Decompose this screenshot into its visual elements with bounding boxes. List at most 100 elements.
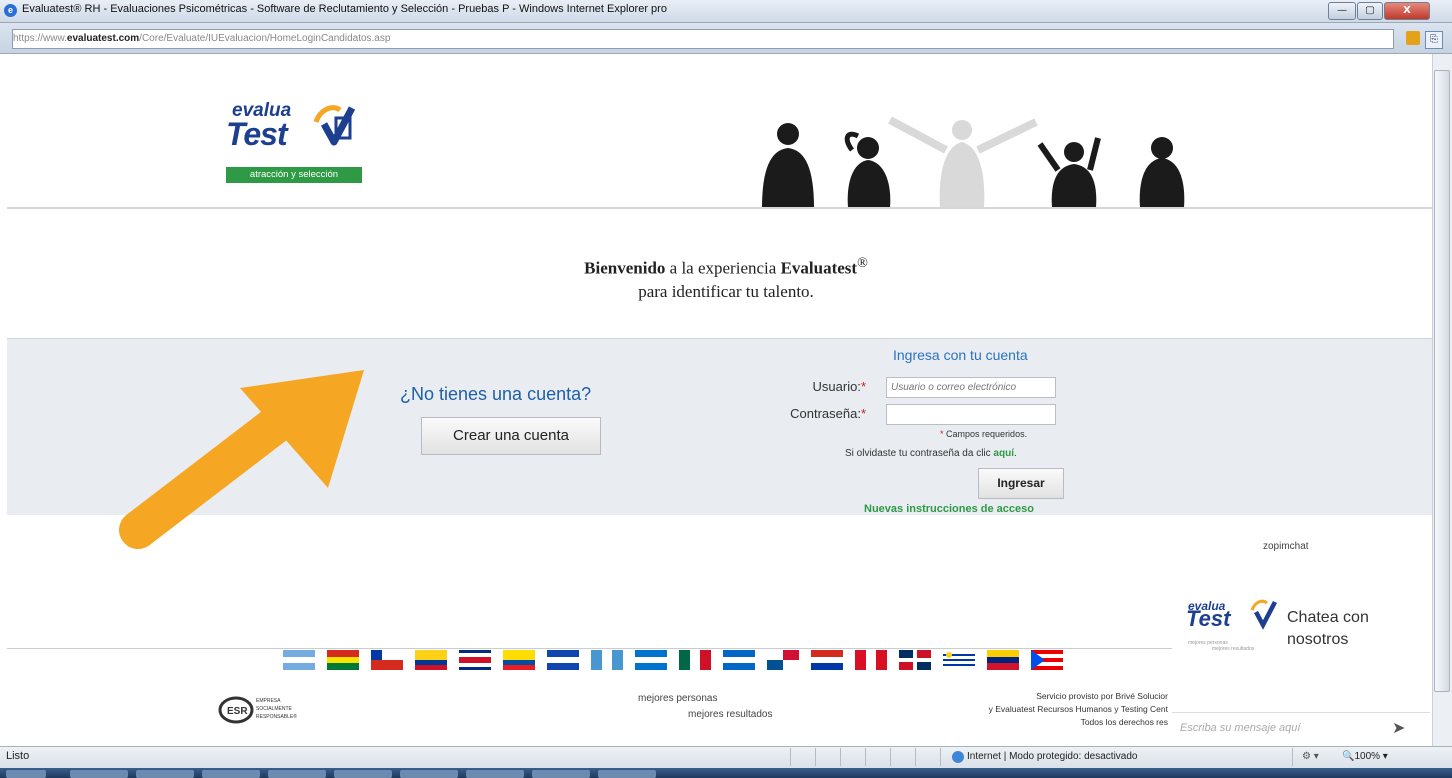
esr-line-1: EMPRESA: [256, 698, 281, 704]
footer-divider: [7, 648, 1172, 649]
status-separator: [815, 748, 816, 766]
taskbar-item[interactable]: [400, 770, 458, 778]
chat-logo-test-text: Test: [1186, 606, 1231, 631]
forgot-password-text: Si olvidaste tu contraseña da clic aquí.: [845, 448, 1017, 459]
chat-logo-tag-2: mejores resultados: [1212, 646, 1255, 652]
username-label: Usuario:*: [746, 379, 866, 394]
forgot-text: Si olvidaste tu contraseña da clic: [845, 448, 994, 459]
logo-checkmark-icon: [313, 105, 356, 146]
flag-honduras-icon: [635, 650, 667, 670]
registered-mark: ®: [857, 255, 868, 271]
esr-line-2: SOCIALMENTE: [256, 706, 293, 712]
flag-mexico-icon: [679, 650, 711, 670]
ie-icon: e: [4, 4, 17, 17]
scrollbar-thumb[interactable]: [1434, 70, 1450, 692]
flag-nicaragua-icon: [723, 650, 755, 670]
flag-panama-icon: [767, 650, 799, 670]
footer-service-line-2: y Evaluatest Recursos Humanos y Testing …: [988, 704, 1168, 714]
window-titlebar: e Evaluatest® RH - Evaluaciones Psicomét…: [0, 0, 1452, 23]
taskbar-item[interactable]: [268, 770, 326, 778]
esr-badge-text: ESR: [227, 706, 248, 717]
chat-cta-line-2: nosotros: [1287, 631, 1349, 648]
flag-uruguay-icon: [943, 650, 975, 670]
logo-test-text: Test: [226, 116, 288, 152]
taskbar-item[interactable]: [136, 770, 194, 778]
window-title: Evaluatest® RH - Evaluaciones Psicométri…: [22, 3, 667, 15]
create-account-button[interactable]: Crear una cuenta: [421, 417, 601, 455]
people-banner-image: [762, 116, 1185, 208]
address-bar: https://www.evaluatest.com/Core/Evaluate…: [0, 23, 1452, 54]
flag-paraguay-icon: [811, 650, 843, 670]
flag-colombia-icon: [415, 650, 447, 670]
orange-arrow-icon: [119, 370, 364, 549]
protected-mode-dropdown[interactable]: ⚙ ▾: [1302, 751, 1319, 762]
url-field[interactable]: https://www.evaluatest.com/Core/Evaluate…: [12, 29, 1394, 49]
send-icon[interactable]: ➤: [1392, 718, 1405, 737]
required-note: * Campos requeridos.: [940, 429, 1027, 439]
flag-el-salvador-icon: [547, 650, 579, 670]
flag-costa-rica-icon: [459, 650, 491, 670]
footer-tagline-2: mejores resultados: [688, 709, 773, 720]
taskbar-item[interactable]: [334, 770, 392, 778]
close-button[interactable]: X: [1384, 2, 1430, 20]
chat-logo-tagline: mejores personas mejores resultados: [1188, 640, 1278, 652]
login-button[interactable]: Ingresar: [978, 468, 1064, 499]
new-instructions-link[interactable]: Nuevas instrucciones de acceso: [864, 503, 1034, 515]
welcome-line-2: para identificar tu talento.: [638, 282, 814, 301]
esr-line-3: RESPONSABLE®: [256, 713, 297, 720]
zoom-dropdown[interactable]: 🔍100% ▾: [1342, 751, 1388, 762]
url-prefix: https://www.: [13, 33, 67, 44]
required-mark: *: [860, 379, 866, 394]
forgot-password-link[interactable]: aquí: [993, 448, 1014, 459]
flag-dominican-republic-icon: [899, 650, 931, 670]
required-mark: *: [940, 429, 944, 439]
start-button[interactable]: [6, 770, 46, 778]
compatibility-view-icon[interactable]: ⎘: [1425, 31, 1443, 49]
flag-puerto-rico-icon: [1031, 650, 1063, 670]
security-zone-text[interactable]: Internet | Modo protegido: desactivado: [967, 751, 1137, 762]
flag-ecuador-icon: [503, 650, 535, 670]
username-input[interactable]: [886, 377, 1056, 398]
url-domain: evaluatest.com: [66, 33, 140, 44]
welcome-text-1: a la experiencia: [665, 258, 781, 278]
status-separator: [865, 748, 866, 766]
status-separator: [1292, 748, 1293, 766]
taskbar-item[interactable]: [598, 770, 656, 778]
taskbar-item[interactable]: [202, 770, 260, 778]
status-separator: [790, 748, 791, 766]
logo-tagline: atracción y selección: [226, 167, 362, 183]
taskbar-item[interactable]: [70, 770, 128, 778]
chat-input-placeholder: Escriba su mensaje aquí: [1180, 722, 1301, 734]
chat-logo-checkmark-icon: [1250, 599, 1277, 630]
login-title: Ingresa con tu cuenta: [893, 347, 1028, 363]
zopim-label: zopimchat: [1263, 541, 1309, 552]
footer-tagline-1: mejores personas: [638, 693, 718, 704]
minimize-button[interactable]: —: [1328, 2, 1356, 20]
flag-bolivia-icon: [327, 650, 359, 670]
required-note-text: Campos requeridos.: [946, 429, 1028, 439]
flag-guatemala-icon: [591, 650, 623, 670]
status-separator: [915, 748, 916, 766]
globe-icon: [952, 751, 964, 763]
welcome-bold-1: Bienvenido: [584, 258, 666, 278]
password-label-text: Contraseña:: [790, 406, 861, 421]
footer-service-line-3: Todos los derechos res: [1080, 717, 1168, 727]
flag-peru-icon: [855, 650, 887, 670]
taskbar-item[interactable]: [532, 770, 590, 778]
footer-service-line-1: Servicio provisto por Brivé Solucior: [1036, 691, 1168, 701]
status-text: Listo: [6, 750, 30, 762]
password-input[interactable]: [886, 404, 1056, 425]
password-label: Contraseña:*: [746, 406, 866, 421]
flag-argentina-icon: [283, 650, 315, 670]
status-separator: [840, 748, 841, 766]
username-label-text: Usuario:: [812, 379, 861, 394]
maximize-button[interactable]: ▢: [1357, 2, 1383, 20]
flag-venezuela-icon: [987, 650, 1019, 670]
url-path: /Core/Evaluate/IUEvaluacion/HomeLoginCan…: [139, 33, 391, 44]
chat-cta[interactable]: Chatea con nosotros: [1287, 607, 1369, 651]
taskbar-item[interactable]: [466, 770, 524, 778]
no-account-heading: ¿No tienes una cuenta?: [400, 384, 592, 404]
forgot-end: .: [1013, 448, 1017, 459]
lock-icon[interactable]: [1406, 31, 1420, 45]
chat-cta-line-1: Chatea con: [1287, 609, 1369, 626]
